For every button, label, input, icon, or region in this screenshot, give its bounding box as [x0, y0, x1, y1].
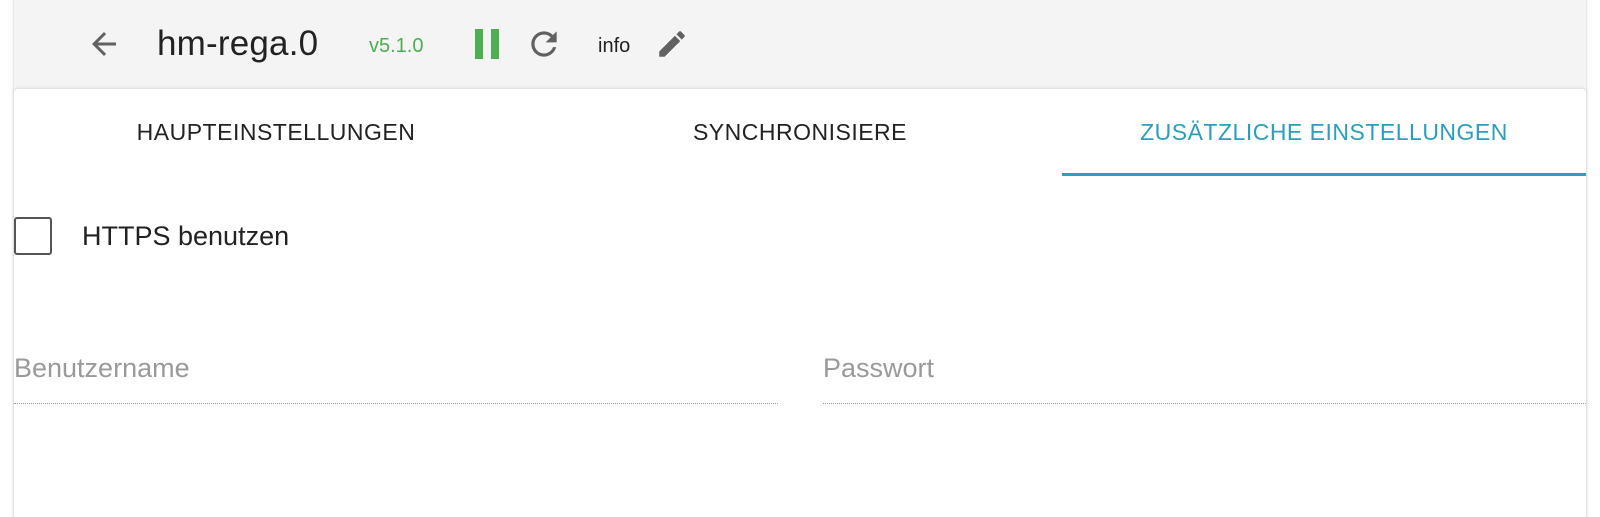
pause-button[interactable] [471, 26, 505, 62]
password-underline [823, 403, 1586, 404]
https-checkbox[interactable] [14, 217, 52, 255]
pencil-icon [659, 31, 685, 57]
arrow-left-icon [92, 32, 116, 56]
pause-bar-left [475, 29, 483, 59]
reload-icon [531, 31, 557, 57]
back-button[interactable] [84, 24, 124, 64]
username-field [14, 334, 778, 404]
header-bar: hm-rega.0 v5.1.0 info [14, 0, 1586, 89]
active-tab-indicator [1062, 173, 1586, 176]
https-checkbox-row[interactable]: HTTPS benutzen [14, 214, 289, 258]
info-link[interactable]: info [598, 34, 630, 58]
pause-bar-right [491, 29, 499, 59]
username-input[interactable] [14, 334, 778, 402]
https-checkbox-label: HTTPS benutzen [82, 220, 290, 251]
adapter-config-window: hm-rega.0 v5.1.0 info HAUPTEINSTELLUNGEN… [14, 0, 1586, 517]
tab-bar: HAUPTEINSTELLUNGEN SYNCHRONISIERE ZUSÄTZ… [14, 89, 1586, 179]
tab-synchronize[interactable]: SYNCHRONISIERE [538, 89, 1062, 179]
tab-main-settings[interactable]: HAUPTEINSTELLUNGEN [14, 89, 538, 179]
pause-icon [475, 29, 499, 59]
tab-additional-settings[interactable]: ZUSÄTZLICHE EINSTELLUNGEN [1062, 89, 1586, 179]
edit-button[interactable] [654, 26, 690, 62]
password-input[interactable] [823, 334, 1586, 402]
adapter-instance-title: hm-rega.0 [157, 24, 319, 63]
password-field [823, 334, 1586, 404]
settings-card: HAUPTEINSTELLUNGEN SYNCHRONISIERE ZUSÄTZ… [14, 89, 1586, 517]
reload-button[interactable] [524, 24, 564, 64]
username-underline [14, 403, 778, 404]
version-label: v5.1.0 [369, 35, 424, 57]
